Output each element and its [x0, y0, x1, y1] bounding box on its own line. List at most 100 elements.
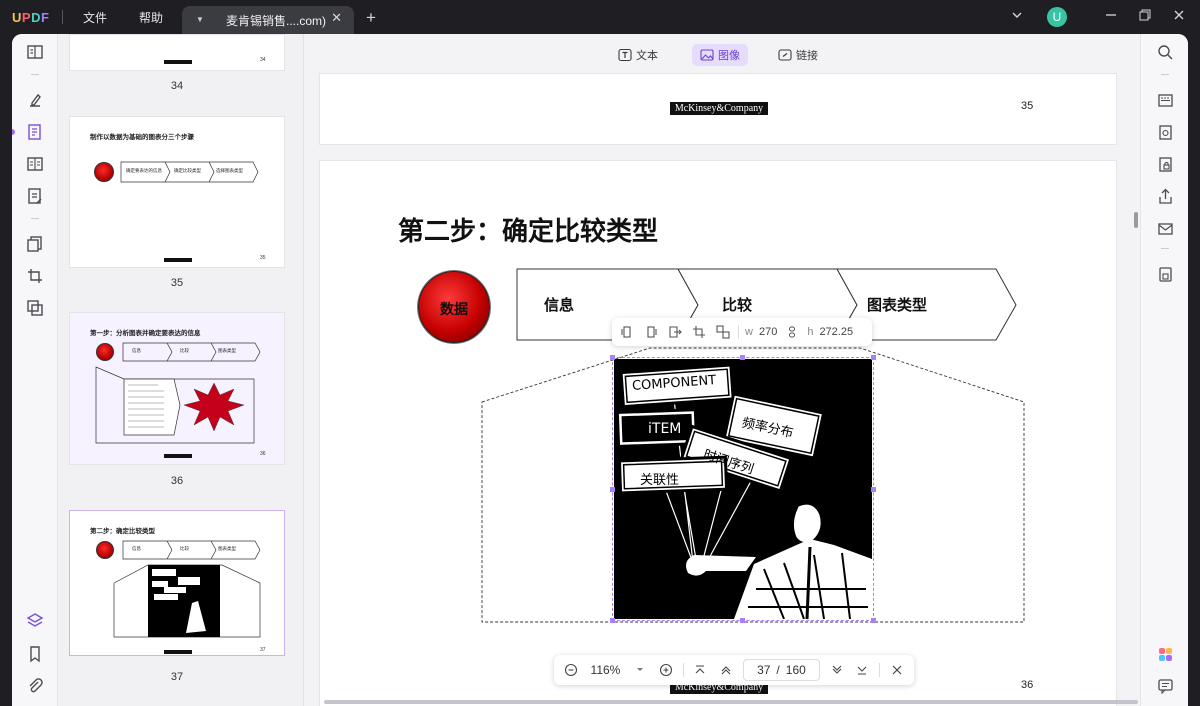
- data-ball-label: 数据: [440, 302, 468, 318]
- image-tool-icon: [700, 49, 714, 61]
- resize-handle-s[interactable]: [740, 618, 745, 623]
- pdf-page-36: 第二步：确定比较类型 数据 信息 比较 图表类型 COMPONENT iTEM …: [320, 161, 1116, 706]
- height-label: h: [807, 326, 814, 338]
- page-tools-icon[interactable]: [25, 234, 45, 254]
- mckinsey-logo: McKinsey&Company: [670, 102, 768, 115]
- minimize-icon[interactable]: [1104, 8, 1118, 25]
- zoom-out-icon[interactable]: [562, 661, 580, 679]
- horizontal-scrollbar[interactable]: [324, 700, 1138, 704]
- title-bar: UPDF 文件 帮助 ▼ 麦肯锡销售....com) ✕ + U: [0, 0, 1200, 34]
- edit-text-tool[interactable]: 文本: [610, 44, 666, 66]
- page-indicator[interactable]: 37 / 160: [743, 659, 820, 681]
- mini-step-3: 图表类型: [218, 349, 236, 354]
- search-icon[interactable]: [1155, 42, 1175, 62]
- edit-image-tool[interactable]: 图像: [692, 44, 748, 66]
- mini-step-1: 信息: [132, 547, 141, 552]
- menu-help[interactable]: 帮助: [139, 9, 163, 26]
- resize-handle-ne[interactable]: [871, 355, 876, 360]
- current-page[interactable]: 37: [757, 663, 770, 677]
- thumbnail-page-34[interactable]: 34: [69, 34, 285, 71]
- mini-step-3: 选择图表类型: [216, 169, 243, 174]
- zoom-dropdown-icon[interactable]: [631, 661, 649, 679]
- app-logo: UPDF: [12, 10, 50, 25]
- mini-mckinsey-logo: [164, 258, 192, 262]
- rotate-left-icon[interactable]: [618, 323, 636, 341]
- lock-ratio-icon[interactable]: [783, 323, 801, 341]
- close-nav-icon[interactable]: [888, 661, 906, 679]
- mini-step-2: 确定比较类型: [174, 169, 201, 174]
- email-icon[interactable]: [1155, 218, 1175, 238]
- crop-image-icon[interactable]: [690, 323, 708, 341]
- thumbnail-page-36[interactable]: 第一步：分析图表并确定要表达的信息 信息 比较 图表类型 36: [69, 312, 285, 465]
- page-number: 36: [1021, 679, 1034, 691]
- resize-handle-sw[interactable]: [610, 618, 615, 623]
- first-page-icon[interactable]: [692, 661, 710, 679]
- reader-icon[interactable]: [25, 42, 45, 62]
- rail-separator: [1161, 248, 1169, 249]
- pdf-page-35: McKinsey&Company 35: [320, 74, 1116, 144]
- form-icon[interactable]: [25, 186, 45, 206]
- zoom-nav-bar: 116% 37 / 160: [554, 655, 914, 685]
- previous-page-icon[interactable]: [717, 661, 735, 679]
- chevron-down-icon[interactable]: [1010, 8, 1024, 25]
- mini-page-mark: 37: [260, 647, 266, 653]
- width-value[interactable]: 270: [759, 326, 777, 338]
- attachment-icon[interactable]: [25, 676, 45, 696]
- chevron-label-info: 信息: [544, 296, 575, 314]
- mini-title: 制作以数据为基础的图表分三个步骤: [90, 133, 194, 141]
- convert-icon[interactable]: [1155, 122, 1175, 142]
- layers-copy-icon[interactable]: [25, 298, 45, 318]
- protect-icon[interactable]: [1155, 154, 1175, 174]
- right-toolbar: [1140, 34, 1188, 706]
- mini-step-2: 比较: [180, 349, 189, 354]
- avatar[interactable]: U: [1047, 7, 1067, 27]
- edit-image-label: 图像: [718, 50, 740, 62]
- menu-file[interactable]: 文件: [83, 9, 107, 26]
- mini-chevrons: [122, 540, 261, 560]
- resize-handle-w[interactable]: [610, 487, 615, 492]
- save-icon[interactable]: [1155, 264, 1175, 284]
- app-shell: 34 34 制作以数据为基础的图表分三个步骤 确定要表达的信息 确定比较类型 选…: [12, 34, 1188, 706]
- data-ball: 数据: [418, 271, 490, 343]
- page-separator: /: [776, 663, 780, 677]
- image-edit-toolbar: w 270 h 272.25: [612, 318, 872, 346]
- extract-image-icon[interactable]: [666, 323, 684, 341]
- last-page-icon[interactable]: [854, 661, 872, 679]
- close-window-icon[interactable]: [1172, 8, 1186, 25]
- resize-handle-nw[interactable]: [610, 355, 615, 360]
- thumbnail-page-37[interactable]: 第二步：确定比较类型 信息 比较 图表类型 37: [69, 510, 285, 656]
- replace-image-icon[interactable]: [714, 323, 732, 341]
- restore-icon[interactable]: [1138, 8, 1152, 25]
- new-tab-icon[interactable]: +: [366, 8, 376, 28]
- image-selection-box: [612, 357, 874, 621]
- share-icon[interactable]: [1155, 186, 1175, 206]
- layers-icon[interactable]: [25, 610, 45, 630]
- rail-separator: [31, 74, 39, 75]
- comment-pen-icon[interactable]: [25, 90, 45, 110]
- resize-handle-e[interactable]: [871, 487, 876, 492]
- thumbnail-page-35[interactable]: 制作以数据为基础的图表分三个步骤 确定要表达的信息 确定比较类型 选择图表类型 …: [69, 116, 285, 268]
- height-value[interactable]: 272.25: [819, 326, 853, 338]
- comment-icon[interactable]: [1155, 676, 1175, 696]
- crop-icon[interactable]: [25, 266, 45, 286]
- zoom-in-icon[interactable]: [657, 661, 675, 679]
- vertical-scrollbar[interactable]: [1134, 212, 1138, 228]
- organize-pages-icon[interactable]: [25, 154, 45, 174]
- total-pages: 160: [785, 663, 806, 677]
- resize-handle-se[interactable]: [871, 618, 876, 623]
- zoom-level[interactable]: 116%: [588, 663, 623, 677]
- resize-handle-n[interactable]: [740, 355, 745, 360]
- ocr-icon[interactable]: [1155, 90, 1175, 110]
- rotate-right-icon[interactable]: [642, 323, 660, 341]
- document-area: 文本 图像 链接 McKinsey&Company 35 第二步：确定比较类型 …: [304, 34, 1140, 706]
- mini-page-mark: 36: [260, 451, 266, 457]
- edit-pdf-icon[interactable]: [25, 122, 45, 142]
- next-page-icon[interactable]: [828, 661, 846, 679]
- bookmark-icon[interactable]: [25, 644, 45, 664]
- document-tab[interactable]: ▼ 麦肯锡销售....com) ✕: [182, 6, 354, 34]
- mini-data-ball: [96, 541, 114, 559]
- ai-assistant-icon[interactable]: [1155, 644, 1175, 664]
- tab-close-icon[interactable]: ✕: [331, 10, 342, 26]
- tab-dropdown-icon[interactable]: ▼: [196, 15, 204, 24]
- edit-link-tool[interactable]: 链接: [770, 44, 826, 66]
